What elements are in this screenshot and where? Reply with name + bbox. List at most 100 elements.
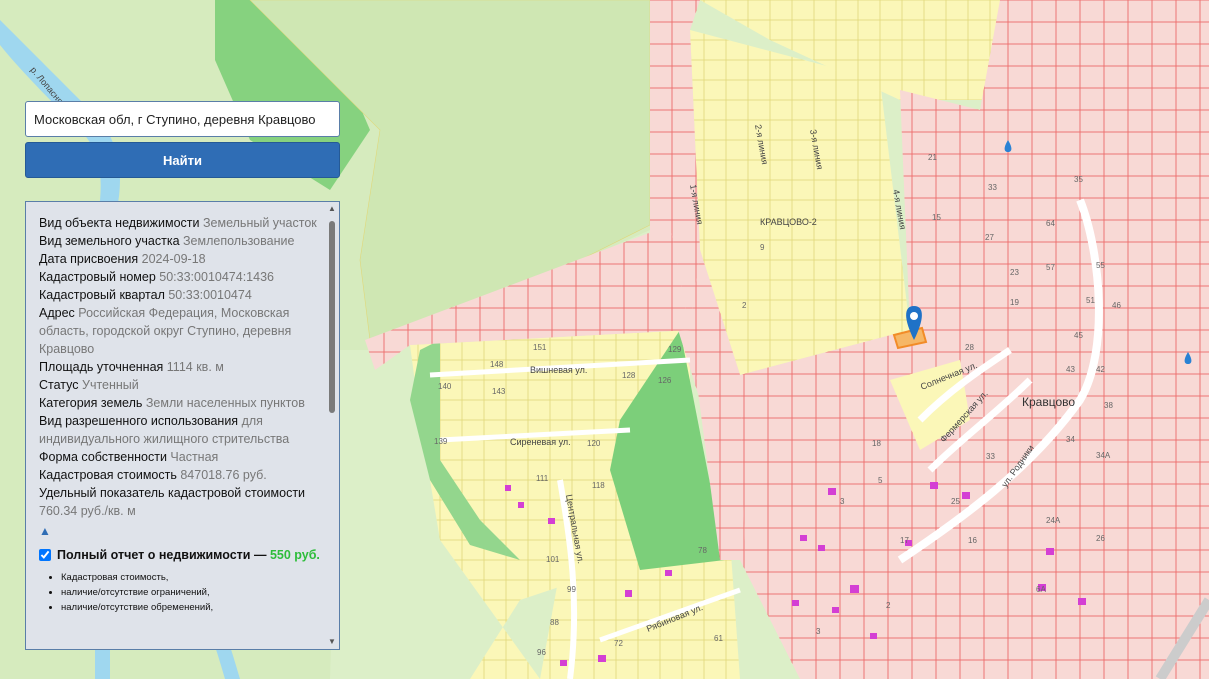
info-row-value: Частная (170, 450, 219, 464)
house-number: 28 (965, 343, 974, 352)
house-number: 55 (1096, 261, 1105, 270)
house-number: 118 (592, 481, 605, 490)
house-number: 33 (986, 452, 995, 461)
house-number: 2 (742, 301, 747, 310)
info-row: Статус Учтенный (39, 376, 323, 394)
house-number: 148 (490, 360, 504, 369)
report-item: наличие/отсутствие ограничений, (61, 585, 323, 600)
info-row: Адрес Российская Федерация, Московская о… (39, 304, 323, 358)
house-number: 140 (438, 382, 452, 391)
info-row-key: Категория земель (39, 396, 143, 410)
house-number: 27 (985, 233, 994, 242)
info-row: Кадастровый квартал 50:33:0010474 (39, 286, 323, 304)
house-number: 129 (668, 345, 682, 354)
house-number: 64 (1046, 219, 1055, 228)
info-row: Кадастровая стоимость 847018.76 руб. (39, 466, 323, 484)
info-row-value: 50:33:0010474:1436 (159, 270, 274, 284)
house-number: 45 (1074, 331, 1083, 340)
house-number: 24А (1046, 516, 1061, 525)
house-number: 61 (714, 634, 723, 643)
house-number: 25 (951, 497, 960, 506)
info-row-key: Кадастровая стоимость (39, 468, 177, 482)
house-number: 101 (546, 555, 560, 564)
house-number: 17 (900, 536, 909, 545)
house-number: 99 (567, 585, 576, 594)
house-number: 128 (622, 371, 636, 380)
house-number: 151 (533, 343, 547, 352)
house-number: 43 (1066, 365, 1075, 374)
street-label-sirenevaya: Сиреневая ул. (510, 437, 571, 447)
house-number: 33 (988, 183, 997, 192)
house-number: 111 (536, 474, 549, 483)
house-number: 5 (878, 476, 883, 485)
info-row: Площадь уточненная 1114 кв. м (39, 358, 323, 376)
house-number: 78 (698, 546, 707, 555)
info-row-key: Дата присвоения (39, 252, 139, 266)
house-number: 42 (1096, 365, 1105, 374)
house-number: 9 (760, 243, 765, 252)
info-row: Категория земель Земли населенных пункто… (39, 394, 323, 412)
house-number: 143 (492, 387, 506, 396)
info-row: Форма собственности Частная (39, 448, 323, 466)
info-row: Удельный показатель кадастровой стоимост… (39, 484, 323, 520)
full-report-label: Полный отчет о недвижимости — (57, 548, 267, 562)
info-row-value: Земельный участок (203, 216, 317, 230)
house-number: 139 (434, 437, 448, 446)
house-number: 46 (1112, 301, 1121, 310)
house-number: 26 (1096, 534, 1105, 543)
scroll-down-icon[interactable]: ▼ (328, 638, 336, 646)
full-report-price: 550 руб. (269, 548, 320, 562)
street-label-vishnevaya: Вишневая ул. (530, 365, 587, 375)
info-row-key: Вид объекта недвижимости (39, 216, 200, 230)
full-report-checkbox[interactable] (39, 549, 51, 561)
search-input[interactable] (25, 101, 340, 137)
info-row-value: 2024-09-18 (141, 252, 206, 266)
house-number: 57 (1046, 263, 1055, 272)
scrollbar[interactable]: ▲ ▼ (326, 203, 338, 648)
house-number: 34А (1096, 451, 1111, 460)
report-item: наличие/отсутствие обременений, (61, 600, 323, 615)
house-number: 35 (1074, 175, 1083, 184)
info-row-key: Удельный показатель кадастровой стоимост… (39, 486, 306, 500)
house-number: 21 (928, 153, 937, 162)
info-rows: Вид объекта недвижимости Земельный участ… (39, 214, 323, 520)
house-number: 18 (872, 439, 881, 448)
report-items: Кадастровая стоимость,наличие/отсутствие… (39, 570, 323, 615)
house-number: 38 (1104, 401, 1113, 410)
info-row-value: Земли населенных пунктов (145, 396, 305, 410)
report-item: Кадастровая стоимость, (61, 570, 323, 585)
area-label: КРАВЦОВО-2 (760, 217, 817, 227)
house-number: 34 (1066, 435, 1075, 444)
house-number: 88 (550, 618, 559, 627)
search-button[interactable]: Найти (25, 142, 340, 178)
info-row-value: 847018.76 руб. (180, 468, 267, 482)
house-number: 51 (1086, 296, 1095, 305)
info-row-value: Российская Федерация, Московская область… (39, 306, 292, 356)
info-row-value: 50:33:0010474 (168, 288, 252, 302)
house-number: 72 (614, 639, 623, 648)
house-number: 3 (840, 497, 845, 506)
house-number: 96 (537, 648, 546, 657)
info-row-key: Кадастровый квартал (39, 288, 165, 302)
scroll-up-icon[interactable]: ▲ (328, 205, 336, 213)
house-number: 3 (816, 627, 821, 636)
info-row-key: Вид разрешенного использования (39, 414, 239, 428)
info-row: Вид объекта недвижимости Земельный участ… (39, 214, 323, 232)
collapse-icon[interactable]: ▲ (39, 522, 323, 540)
info-row-key: Вид земельного участка (39, 234, 180, 248)
info-row-key: Статус (39, 378, 79, 392)
house-number: 120 (587, 439, 601, 448)
info-row-key: Форма собственности (39, 450, 167, 464)
info-row-value: Учтенный (82, 378, 139, 392)
full-report-option[interactable]: Полный отчет о недвижимости — 550 руб. (39, 546, 323, 564)
village-label: Кравцово (1022, 395, 1075, 409)
info-row-key: Площадь уточненная (39, 360, 164, 374)
house-number: 15 (932, 213, 941, 222)
house-number: 126 (658, 376, 672, 385)
house-number: 16 (968, 536, 977, 545)
info-row-key: Кадастровый номер (39, 270, 156, 284)
info-panel: Вид объекта недвижимости Земельный участ… (25, 201, 340, 650)
house-number: 2 (886, 601, 891, 610)
info-row-key: Адрес (39, 306, 75, 320)
scrollbar-thumb[interactable] (329, 221, 335, 413)
